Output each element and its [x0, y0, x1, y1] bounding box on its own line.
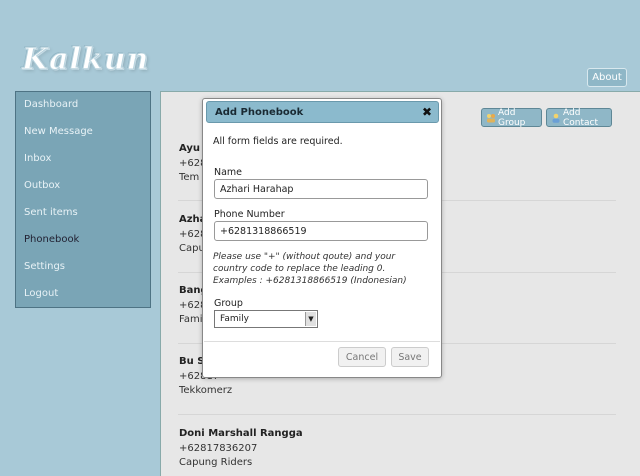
sidebar-item-inbox[interactable]: Inbox	[16, 146, 150, 173]
name-label: Name	[214, 167, 243, 178]
dialog-title: Add Phonebook	[215, 107, 304, 118]
contact-name: Doni Marshall Rangga	[179, 428, 303, 439]
name-field[interactable]	[214, 179, 428, 199]
sidebar-item-outbox[interactable]: Outbox	[16, 173, 150, 200]
add-contact-button[interactable]: Add Contact	[546, 107, 612, 128]
dialog-titlebar[interactable]: Add Phonebook ✖	[206, 101, 439, 123]
phone-number-field[interactable]	[214, 221, 428, 241]
contact-item[interactable]: Doni Marshall Rangga +62817836207 Capung…	[179, 427, 303, 471]
row-divider	[178, 414, 616, 415]
add-group-icon	[486, 113, 496, 123]
contact-phone: +62817836207	[179, 442, 258, 454]
sidebar-item-phonebook[interactable]: Phonebook	[16, 227, 150, 254]
sidebar-item-sent-items[interactable]: Sent items	[16, 200, 150, 227]
group-label: Group	[214, 298, 243, 309]
required-note: All form fields are required.	[213, 136, 343, 147]
about-button[interactable]: About	[587, 68, 627, 87]
dialog-footer-divider	[204, 341, 440, 342]
phone-label: Phone Number	[214, 209, 285, 220]
add-group-label: Add Group	[498, 107, 526, 128]
phone-hint-line: Please use "+" (without qoute) and your	[213, 252, 396, 262]
cancel-button[interactable]: Cancel	[338, 347, 386, 367]
chevron-down-icon: ▼	[305, 312, 316, 326]
contact-group: Tekkomerz	[179, 385, 233, 396]
phone-hint-line: Examples : +6281318866519 (Indonesian)	[213, 276, 407, 286]
add-contact-label: Add Contact	[563, 107, 599, 128]
contact-group: Capung Riders	[179, 457, 253, 468]
sidebar-item-logout[interactable]: Logout	[16, 281, 150, 308]
sidebar-nav: Dashboard New Message Inbox Outbox Sent …	[15, 91, 151, 308]
add-group-button[interactable]: Add Group	[481, 107, 542, 128]
group-select[interactable]: Family ▼	[214, 310, 318, 328]
app-logo: Kalkun	[21, 42, 150, 78]
sidebar-item-settings[interactable]: Settings	[16, 254, 150, 281]
add-contact-icon	[551, 113, 561, 123]
save-button[interactable]: Save	[391, 347, 429, 367]
close-icon[interactable]: ✖	[422, 105, 432, 119]
sidebar-item-dashboard[interactable]: Dashboard	[16, 92, 150, 119]
phone-hint: Please use "+" (without qoute) and your …	[213, 251, 423, 287]
add-phonebook-dialog: Add Phonebook ✖ All form fields are requ…	[202, 98, 442, 378]
group-select-value: Family	[220, 314, 249, 324]
phone-hint-line: country code to replace the leading 0.	[213, 264, 386, 274]
sidebar-item-new-message[interactable]: New Message	[16, 119, 150, 146]
